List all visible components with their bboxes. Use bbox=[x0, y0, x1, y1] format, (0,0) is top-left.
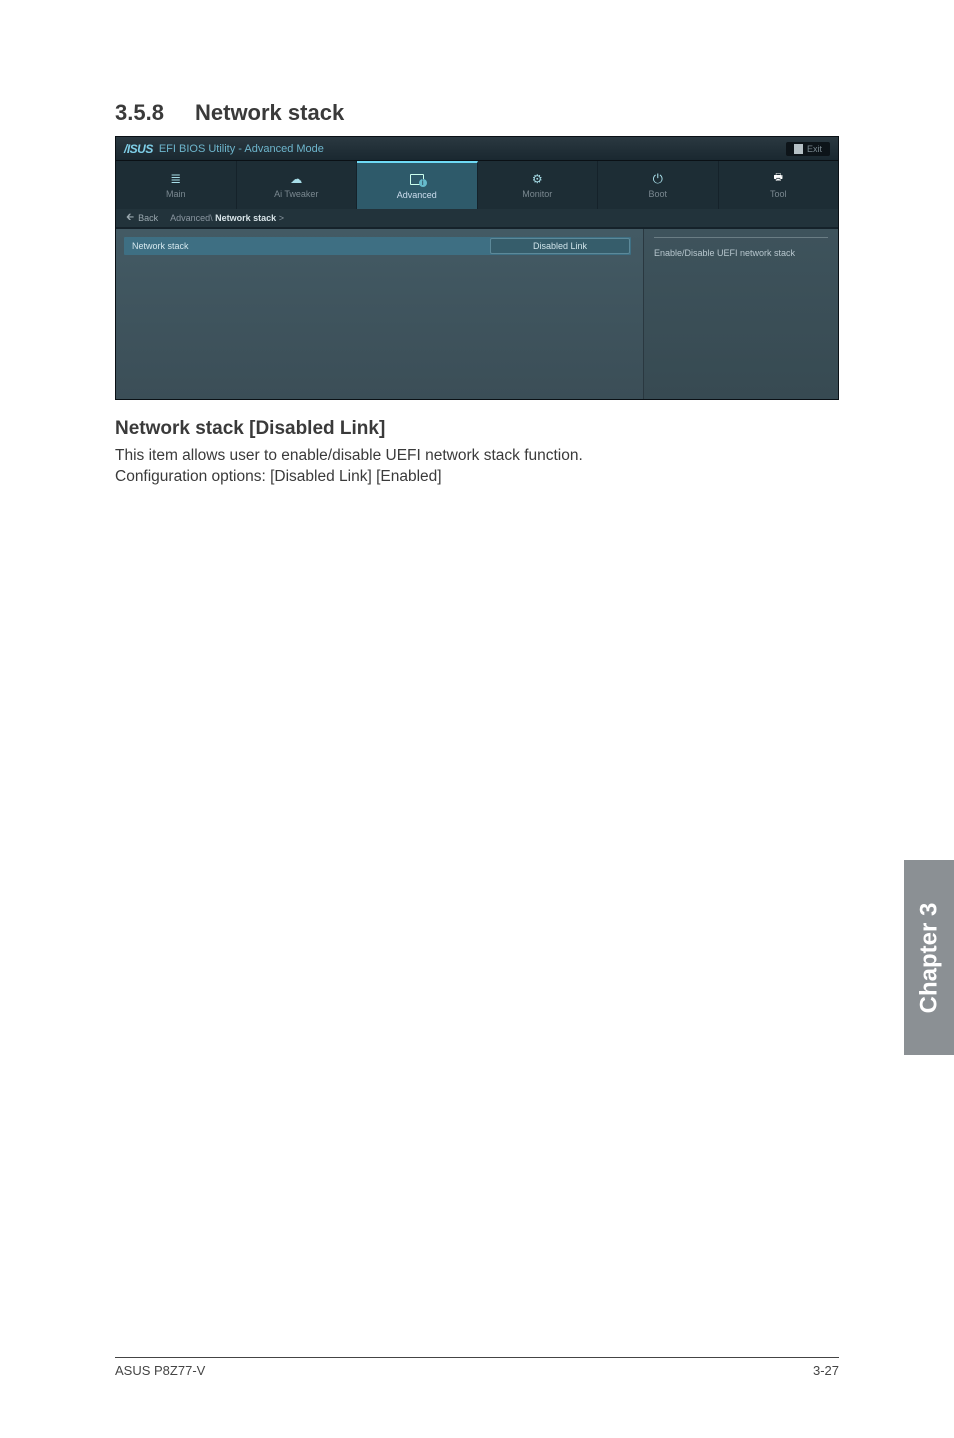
bios-help-panel: Enable/Disable UEFI network stack bbox=[643, 229, 838, 399]
breadcrumb-prefix: Advanced\ bbox=[170, 213, 215, 223]
breadcrumb-row: 🡰 Back Advanced\ Network stack > bbox=[116, 209, 838, 229]
back-label: Back bbox=[138, 213, 158, 223]
section-number: 3.5.8 bbox=[115, 100, 195, 126]
list-icon bbox=[168, 172, 184, 186]
tab-ai-tweaker[interactable]: Ai Tweaker bbox=[237, 161, 358, 209]
divider bbox=[654, 237, 828, 238]
tab-main[interactable]: Main bbox=[116, 161, 237, 209]
tab-ai-tweaker-label: Ai Tweaker bbox=[274, 189, 318, 199]
advanced-icon bbox=[409, 173, 425, 187]
tool-icon bbox=[770, 172, 786, 186]
asus-logo: /ISUS bbox=[124, 142, 153, 156]
exit-label: Exit bbox=[807, 144, 822, 154]
bios-body: Network stack Disabled Link Enable/Disab… bbox=[116, 229, 838, 399]
power-icon bbox=[650, 172, 666, 186]
page-footer: ASUS P8Z77-V 3-27 bbox=[115, 1357, 839, 1378]
tab-boot-label: Boot bbox=[648, 189, 667, 199]
tab-monitor[interactable]: Monitor bbox=[478, 161, 599, 209]
back-button[interactable]: 🡰 Back bbox=[126, 210, 158, 227]
setting-network-stack[interactable]: Network stack Disabled Link bbox=[124, 237, 631, 255]
breadcrumb-active: Network stack bbox=[215, 213, 276, 223]
body-line-1: This item allows user to enable/disable … bbox=[115, 446, 839, 467]
bios-main-panel: Network stack Disabled Link bbox=[116, 229, 643, 399]
chapter-tab-label: Chapter 3 bbox=[915, 902, 943, 1013]
help-text: Enable/Disable UEFI network stack bbox=[654, 248, 828, 260]
sub-heading: Network stack [Disabled Link] bbox=[115, 418, 839, 440]
tab-tool-label: Tool bbox=[770, 189, 787, 199]
body-line-2: Configuration options: [Disabled Link] [… bbox=[115, 467, 839, 488]
footer-left: ASUS P8Z77-V bbox=[115, 1363, 205, 1378]
bios-tabs: Main Ai Tweaker Advanced Monitor Boot To… bbox=[116, 161, 838, 209]
bios-title-text: EFI BIOS Utility - Advanced Mode bbox=[159, 143, 324, 155]
tab-monitor-label: Monitor bbox=[522, 189, 552, 199]
chapter-tab: Chapter 3 bbox=[904, 860, 954, 1055]
tab-advanced-label: Advanced bbox=[397, 190, 437, 200]
footer-right: 3-27 bbox=[813, 1363, 839, 1378]
breadcrumb-suffix: > bbox=[276, 213, 284, 223]
exit-icon bbox=[794, 144, 803, 154]
cloud-icon bbox=[288, 172, 304, 186]
bios-window: /ISUS EFI BIOS Utility - Advanced Mode E… bbox=[115, 136, 839, 400]
breadcrumb: Advanced\ Network stack > bbox=[170, 213, 284, 223]
bios-titlebar: /ISUS EFI BIOS Utility - Advanced Mode E… bbox=[116, 137, 838, 161]
back-arrow-icon: 🡰 bbox=[126, 210, 134, 227]
exit-button[interactable]: Exit bbox=[786, 142, 830, 156]
section-heading: 3.5.8Network stack bbox=[115, 100, 839, 126]
tab-boot[interactable]: Boot bbox=[598, 161, 719, 209]
tab-advanced[interactable]: Advanced bbox=[357, 161, 478, 209]
setting-label: Network stack bbox=[132, 241, 189, 251]
tab-main-label: Main bbox=[166, 189, 186, 199]
section-title: Network stack bbox=[195, 100, 344, 125]
monitor-icon bbox=[529, 172, 545, 186]
tab-tool[interactable]: Tool bbox=[719, 161, 839, 209]
setting-value-dropdown[interactable]: Disabled Link bbox=[490, 238, 630, 254]
bios-title-left: /ISUS EFI BIOS Utility - Advanced Mode bbox=[124, 142, 324, 156]
